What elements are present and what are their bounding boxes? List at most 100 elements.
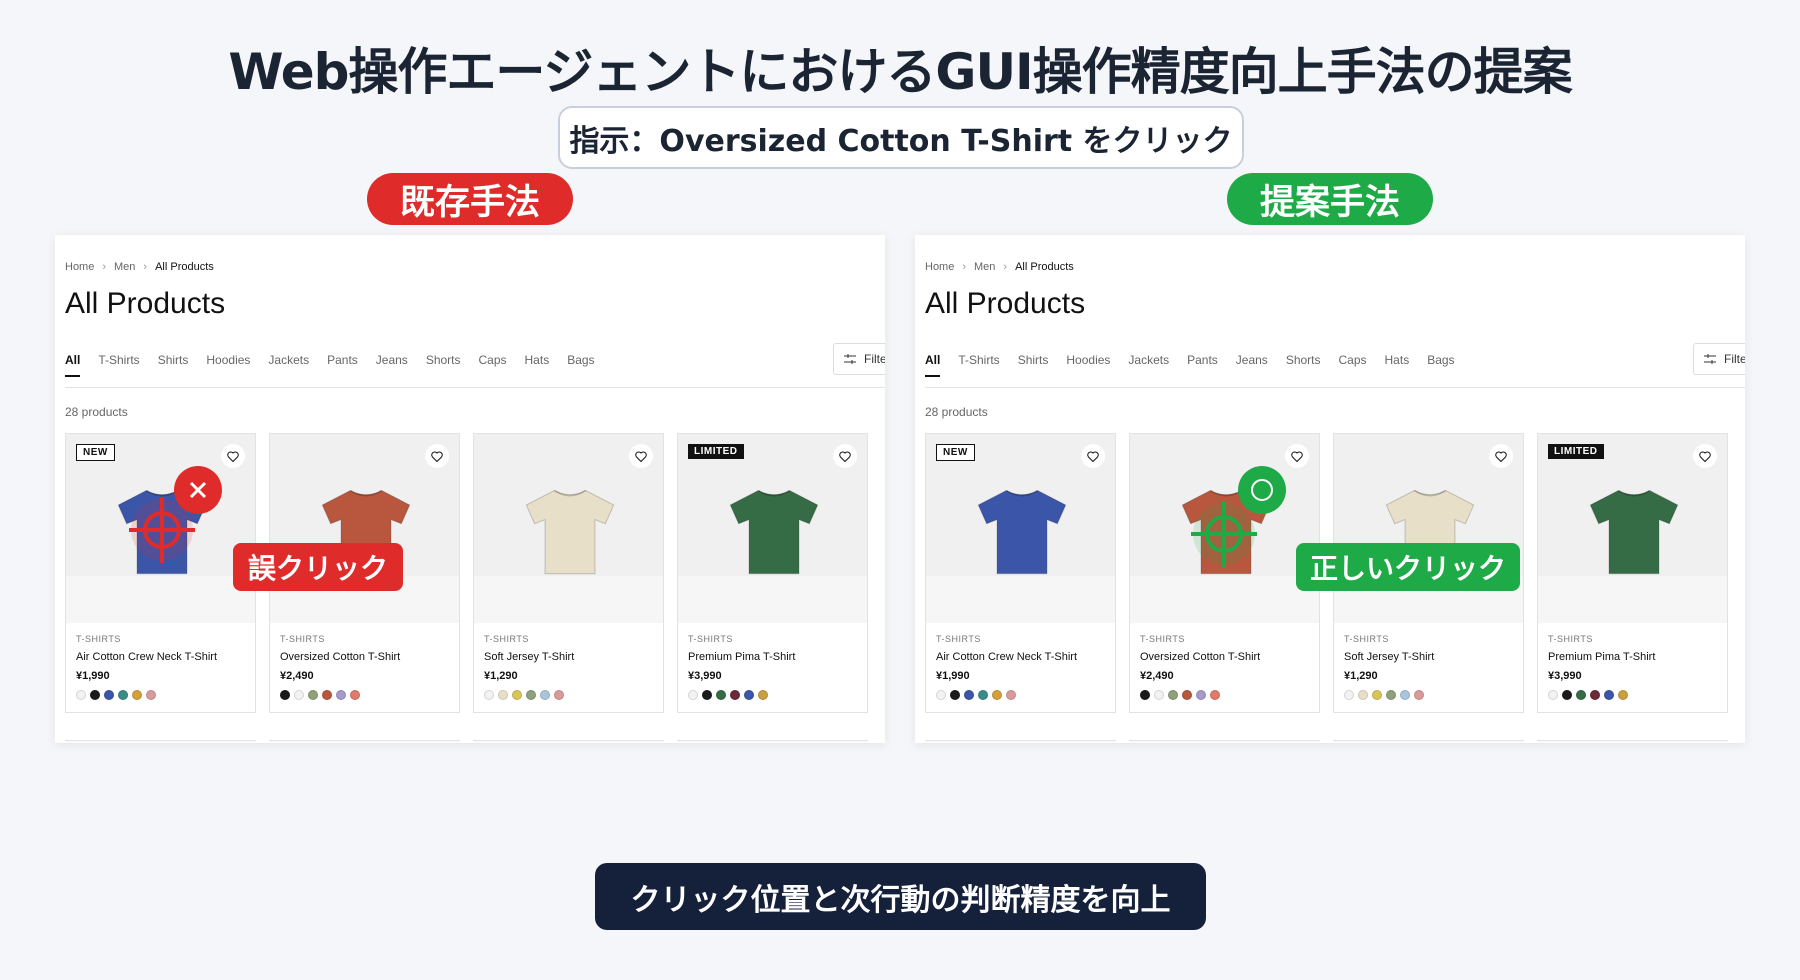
color-swatch[interactable] <box>1548 690 1558 700</box>
color-swatch[interactable] <box>744 690 754 700</box>
color-swatch[interactable] <box>146 690 156 700</box>
color-swatch[interactable] <box>1604 690 1614 700</box>
tab-shirts[interactable]: Shirts <box>1018 353 1049 377</box>
filter-button[interactable]: Filte <box>833 343 885 375</box>
tab-t-shirts[interactable]: T-Shirts <box>958 353 999 377</box>
product-name[interactable]: Oversized Cotton T-Shirt <box>1140 651 1260 663</box>
color-swatch[interactable] <box>964 690 974 700</box>
product-name[interactable]: Soft Jersey T-Shirt <box>1344 651 1434 663</box>
product-name[interactable]: Oversized Cotton T-Shirt <box>280 651 400 663</box>
favorite-button[interactable] <box>221 444 245 468</box>
product-image[interactable] <box>270 434 459 623</box>
color-swatch[interactable] <box>1196 690 1206 700</box>
color-swatch[interactable] <box>336 690 346 700</box>
color-swatch[interactable] <box>688 690 698 700</box>
product-name[interactable]: Air Cotton Crew Neck T-Shirt <box>76 651 217 663</box>
color-swatch[interactable] <box>526 690 536 700</box>
color-swatch[interactable] <box>132 690 142 700</box>
tab-all[interactable]: All <box>925 353 941 377</box>
product-card[interactable]: LIMITED T-SHIRTS Premium Pima T-Shirt ¥3… <box>677 433 868 713</box>
product-image[interactable] <box>1334 434 1523 623</box>
tab-caps[interactable]: Caps <box>479 353 507 377</box>
color-swatch[interactable] <box>978 690 988 700</box>
color-swatch[interactable] <box>936 690 946 700</box>
color-swatch[interactable] <box>294 690 304 700</box>
favorite-button[interactable] <box>1285 444 1309 468</box>
tab-hoodies[interactable]: Hoodies <box>206 353 250 377</box>
color-swatch[interactable] <box>758 690 768 700</box>
color-swatch[interactable] <box>512 690 522 700</box>
color-swatch[interactable] <box>90 690 100 700</box>
tab-hats[interactable]: Hats <box>1385 353 1410 377</box>
color-swatch[interactable] <box>1210 690 1220 700</box>
color-swatch[interactable] <box>350 690 360 700</box>
color-swatch[interactable] <box>1414 690 1424 700</box>
favorite-button[interactable] <box>833 444 857 468</box>
favorite-button[interactable] <box>1489 444 1513 468</box>
tab-jeans[interactable]: Jeans <box>1236 353 1268 377</box>
tab-all[interactable]: All <box>65 353 81 377</box>
product-card[interactable]: NEW T-SHIRTS Air Cotton Crew Neck T-Shir… <box>925 433 1116 713</box>
color-swatch[interactable] <box>1140 690 1150 700</box>
color-swatch[interactable] <box>1006 690 1016 700</box>
color-swatch[interactable] <box>118 690 128 700</box>
favorite-button[interactable] <box>1693 444 1717 468</box>
product-image[interactable]: LIMITED <box>1538 434 1727 623</box>
color-swatch[interactable] <box>1358 690 1368 700</box>
product-card[interactable]: NEW T-SHIRTS Air Cotton Crew Neck T-Shir… <box>65 433 256 713</box>
tab-jackets[interactable]: Jackets <box>268 353 309 377</box>
color-swatch[interactable] <box>104 690 114 700</box>
color-swatch[interactable] <box>308 690 318 700</box>
tab-t-shirts[interactable]: T-Shirts <box>98 353 139 377</box>
tab-pants[interactable]: Pants <box>327 353 358 377</box>
tab-hoodies[interactable]: Hoodies <box>1066 353 1110 377</box>
color-swatch[interactable] <box>1344 690 1354 700</box>
color-swatch[interactable] <box>1590 690 1600 700</box>
tab-shirts[interactable]: Shirts <box>158 353 189 377</box>
product-name[interactable]: Soft Jersey T-Shirt <box>484 651 574 663</box>
breadcrumb-home[interactable]: Home <box>65 261 94 273</box>
tab-shorts[interactable]: Shorts <box>1286 353 1321 377</box>
favorite-button[interactable] <box>1081 444 1105 468</box>
filter-button[interactable]: Filte <box>1693 343 1745 375</box>
product-image[interactable]: NEW <box>926 434 1115 623</box>
color-swatch[interactable] <box>1182 690 1192 700</box>
product-card[interactable]: LIMITED T-SHIRTS Premium Pima T-Shirt ¥3… <box>1537 433 1728 713</box>
product-image[interactable]: LIMITED <box>678 434 867 623</box>
color-swatch[interactable] <box>554 690 564 700</box>
tab-pants[interactable]: Pants <box>1187 353 1218 377</box>
tab-bags[interactable]: Bags <box>1427 353 1454 377</box>
color-swatch[interactable] <box>950 690 960 700</box>
favorite-button[interactable] <box>629 444 653 468</box>
tab-shorts[interactable]: Shorts <box>426 353 461 377</box>
color-swatch[interactable] <box>484 690 494 700</box>
product-card[interactable]: T-SHIRTS Soft Jersey T-Shirt ¥1,290 <box>473 433 664 713</box>
color-swatch[interactable] <box>1372 690 1382 700</box>
product-image[interactable] <box>474 434 663 623</box>
color-swatch[interactable] <box>1562 690 1572 700</box>
product-name[interactable]: Premium Pima T-Shirt <box>1548 651 1655 663</box>
color-swatch[interactable] <box>1400 690 1410 700</box>
product-name[interactable]: Premium Pima T-Shirt <box>688 651 795 663</box>
product-name[interactable]: Air Cotton Crew Neck T-Shirt <box>936 651 1077 663</box>
tab-caps[interactable]: Caps <box>1339 353 1367 377</box>
color-swatch[interactable] <box>498 690 508 700</box>
favorite-button[interactable] <box>425 444 449 468</box>
color-swatch[interactable] <box>1576 690 1586 700</box>
tab-jeans[interactable]: Jeans <box>376 353 408 377</box>
breadcrumb-home[interactable]: Home <box>925 261 954 273</box>
color-swatch[interactable] <box>702 690 712 700</box>
color-swatch[interactable] <box>1618 690 1628 700</box>
color-swatch[interactable] <box>730 690 740 700</box>
color-swatch[interactable] <box>1154 690 1164 700</box>
color-swatch[interactable] <box>992 690 1002 700</box>
color-swatch[interactable] <box>322 690 332 700</box>
color-swatch[interactable] <box>540 690 550 700</box>
breadcrumb-men[interactable]: Men <box>114 261 135 273</box>
tab-jackets[interactable]: Jackets <box>1128 353 1169 377</box>
color-swatch[interactable] <box>280 690 290 700</box>
tab-bags[interactable]: Bags <box>567 353 594 377</box>
breadcrumb-men[interactable]: Men <box>974 261 995 273</box>
tab-hats[interactable]: Hats <box>525 353 550 377</box>
product-card[interactable]: T-SHIRTS Oversized Cotton T-Shirt ¥2,490 <box>1129 433 1320 713</box>
